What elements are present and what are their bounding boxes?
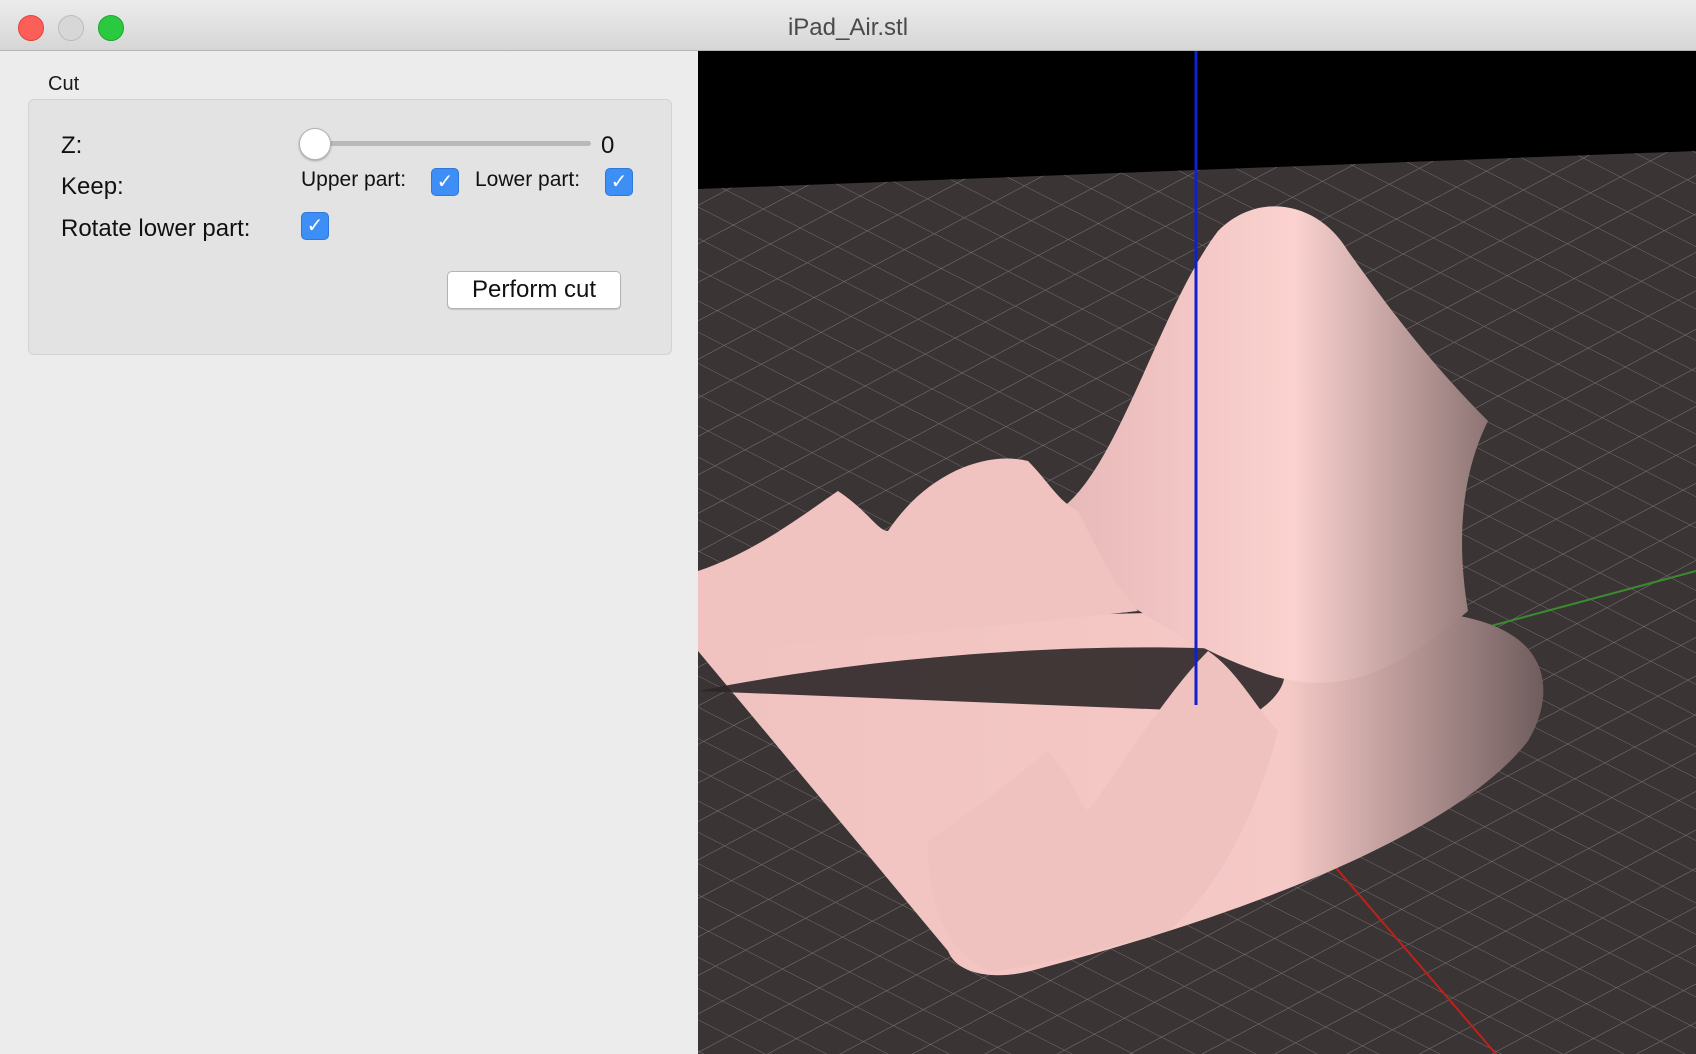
rotate-lower-part-checkbox[interactable]: ✓ [301,212,329,240]
app-window: iPad_Air.stl Cut Z: 0 Keep: Upper part: … [0,0,1696,1054]
cut-group-box: Z: 0 Keep: Upper part: ✓ Lower part: ✓ R… [28,99,672,355]
cut-group-title: Cut [48,73,80,95]
z-value: 0 [601,132,615,159]
upper-part-checkbox[interactable]: ✓ [431,168,459,196]
z-slider-track[interactable] [299,141,591,146]
lower-part-label: Lower part: [475,168,581,191]
upper-part-label: Upper part: [301,168,407,191]
rotate-lower-part-label: Rotate lower part: [61,215,251,242]
z-label: Z: [61,132,83,159]
keep-label: Keep: [61,173,124,200]
title-bar[interactable]: iPad_Air.stl [0,0,1696,51]
z-slider-thumb[interactable] [299,128,331,160]
3d-scene[interactable] [698,51,1696,1054]
lower-part-checkbox[interactable]: ✓ [605,168,633,196]
cut-settings-panel: Cut Z: 0 Keep: Upper part: ✓ Lower part:… [0,51,698,1054]
3d-viewport[interactable] [698,51,1696,1054]
perform-cut-button[interactable]: Perform cut [447,271,621,309]
window-title: iPad_Air.stl [787,14,909,41]
